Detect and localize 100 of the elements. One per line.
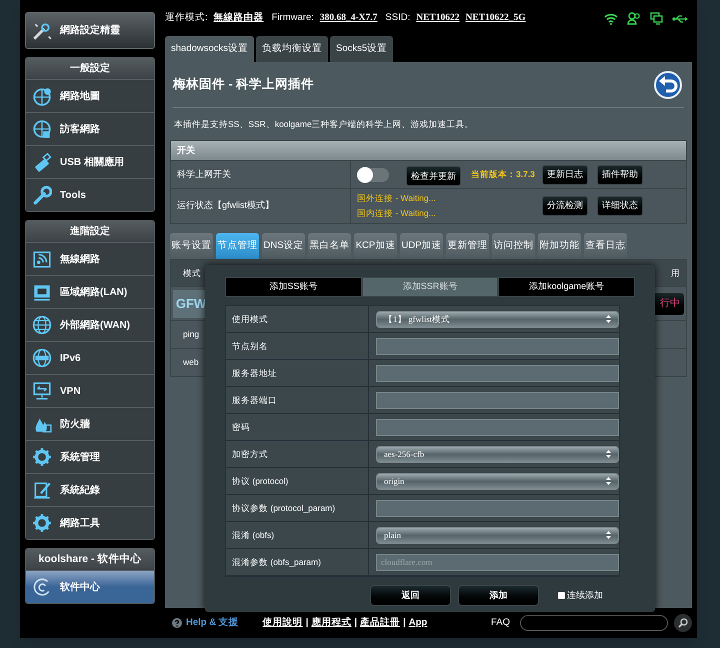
separator-text: | bbox=[403, 616, 406, 630]
dialog-button[interactable]: 返回 bbox=[370, 585, 451, 606]
tab[interactable]: Socks5设置 bbox=[330, 36, 394, 62]
search-field[interactable] bbox=[520, 615, 668, 631]
back-icon[interactable] bbox=[654, 70, 682, 98]
column-header: 模式 bbox=[183, 266, 201, 280]
dialog-button[interactable]: 添加 bbox=[458, 585, 539, 606]
status-text: 国外连接 - Waiting... bbox=[357, 192, 436, 205]
footer-link[interactable]: 產品註冊 bbox=[360, 616, 400, 630]
input-field[interactable]: cloudflare.com bbox=[376, 554, 619, 570]
select-field[interactable]: plain bbox=[376, 526, 619, 544]
sidebar-item[interactable]: Tools bbox=[26, 178, 154, 211]
select-field[interactable]: 【1】 gfwlist模式 bbox=[376, 310, 619, 328]
swirl-icon bbox=[32, 577, 52, 597]
input-field[interactable] bbox=[376, 500, 619, 516]
table-header: 开关 bbox=[171, 141, 686, 160]
input-field[interactable] bbox=[376, 418, 619, 436]
firmware-label: Firmware: bbox=[272, 11, 314, 26]
check-update-button[interactable]: 检查并更新 bbox=[406, 166, 461, 186]
faq-label: FAQ bbox=[490, 616, 510, 630]
monitors-icon[interactable] bbox=[650, 12, 663, 25]
field-label: 使用模式 bbox=[232, 312, 268, 326]
panel-title: 梅林固件 - 科学上网插件 bbox=[173, 76, 314, 94]
sidebar-group-header: 進階設定 bbox=[26, 221, 154, 242]
tab[interactable]: 添加SSR账号 bbox=[362, 277, 498, 297]
tab[interactable]: shadowsocks设置 bbox=[165, 36, 254, 62]
row-label: ping bbox=[183, 328, 200, 341]
status-text: 国内连接 - Waiting... bbox=[357, 207, 436, 220]
tab[interactable]: 账号设置 bbox=[170, 233, 213, 259]
action-button[interactable]: 详细状态 bbox=[597, 196, 643, 216]
version-text: 当前版本：3.7.3 bbox=[471, 168, 535, 181]
search-icon bbox=[678, 618, 688, 628]
description-text: 本插件是支持SS、SSR、koolgame三种客户端的科学上网、游戏加速工具。 bbox=[174, 118, 474, 130]
sidebar-group-header: 一般設定 bbox=[26, 58, 154, 79]
tab[interactable]: 访问控制 bbox=[492, 233, 535, 259]
users-icon[interactable] bbox=[627, 12, 641, 25]
document-pen-icon bbox=[32, 480, 52, 500]
wizard-button[interactable]: 網路設定精靈 bbox=[25, 12, 155, 49]
usb-stick-icon bbox=[32, 152, 52, 172]
sidebar-group-header: koolshare - 软件中心 bbox=[26, 549, 154, 570]
select-field[interactable]: origin bbox=[376, 472, 619, 490]
globe-icon bbox=[32, 315, 52, 335]
field-label: 节点别名 bbox=[232, 340, 268, 352]
globe-icon bbox=[32, 348, 52, 368]
field-label: 混淆参数 (obfs_param) bbox=[232, 556, 321, 568]
search-button[interactable] bbox=[674, 614, 692, 632]
action-button[interactable]: 更新日志 bbox=[542, 164, 588, 184]
field-label: 密码 bbox=[232, 420, 250, 434]
action-button[interactable]: 插件帮助 bbox=[597, 164, 643, 184]
separator-text: | bbox=[306, 616, 308, 630]
help-link[interactable]: Help & 支援 bbox=[186, 616, 239, 630]
field-label: 混淆 (obfs) bbox=[232, 528, 274, 542]
select-arrows-icon bbox=[606, 531, 611, 539]
footer-link[interactable]: App bbox=[408, 616, 428, 630]
row-label: web bbox=[183, 356, 199, 369]
footer-link[interactable]: 應用程式 bbox=[311, 616, 352, 630]
footer-link[interactable]: 使用說明 bbox=[262, 616, 303, 630]
ssid-label: SSID: bbox=[385, 11, 410, 26]
tab[interactable]: 黑白名单 bbox=[308, 233, 351, 259]
input-field[interactable] bbox=[376, 364, 619, 382]
input-field[interactable] bbox=[376, 392, 619, 408]
field-label: 加密方式 bbox=[232, 448, 268, 460]
field-label: 协议 (protocol) bbox=[232, 474, 288, 488]
action-button[interactable]: 分流检测 bbox=[542, 196, 588, 216]
sidebar-item[interactable]: 網路工具 bbox=[26, 506, 154, 539]
field-label: 服务器端口 bbox=[232, 394, 277, 406]
field-label: 协议参数 (protocol_param) bbox=[232, 502, 336, 514]
sidebar-item[interactable]: 软件中心 bbox=[26, 570, 154, 603]
input-field[interactable] bbox=[376, 338, 619, 354]
mode-label: 運作模式: bbox=[165, 11, 208, 26]
tab[interactable]: 添加koolgame账号 bbox=[498, 277, 636, 297]
ssid-link[interactable]: NET10622 bbox=[416, 11, 460, 26]
continuous-add-checkbox[interactable]: 连续添加 bbox=[558, 588, 603, 602]
wifi-icon[interactable] bbox=[604, 12, 618, 24]
usb-icon[interactable] bbox=[672, 14, 688, 24]
tab[interactable]: UDP加速 bbox=[400, 233, 443, 259]
tab[interactable]: 查看日志 bbox=[584, 233, 627, 259]
tab[interactable]: 添加SS账号 bbox=[225, 277, 362, 297]
select-field[interactable]: aes-256-cfb bbox=[376, 446, 619, 462]
field-label: 服务器地址 bbox=[232, 366, 277, 380]
wireless-icon bbox=[32, 249, 52, 269]
row-label: 科学上网开关 bbox=[177, 168, 231, 181]
separator-text: | bbox=[354, 616, 358, 630]
row-label: 运行状态【gfwlist模式】 bbox=[177, 199, 274, 212]
globe-icon bbox=[32, 119, 52, 139]
tab[interactable]: DNS设定 bbox=[262, 233, 305, 259]
select-arrows-icon bbox=[606, 315, 611, 323]
toggle-switch[interactable] bbox=[357, 168, 389, 182]
gear-icon bbox=[32, 513, 52, 533]
firmware-link[interactable]: 380.68_4-X7.7 bbox=[320, 11, 378, 26]
monitor-icon bbox=[32, 381, 52, 401]
mode-link[interactable]: 無線路由器 bbox=[214, 11, 264, 26]
tab[interactable]: 负载均衡设置 bbox=[256, 36, 328, 62]
tab[interactable]: KCP加速 bbox=[354, 233, 397, 259]
column-header: 用 bbox=[671, 266, 680, 280]
tab[interactable]: 更新管理 bbox=[446, 233, 489, 259]
select-arrows-icon bbox=[606, 450, 611, 458]
help-icon bbox=[172, 618, 182, 628]
ssid-link[interactable]: NET10622_5G bbox=[466, 11, 526, 26]
tab[interactable]: 附加功能 bbox=[538, 233, 581, 259]
